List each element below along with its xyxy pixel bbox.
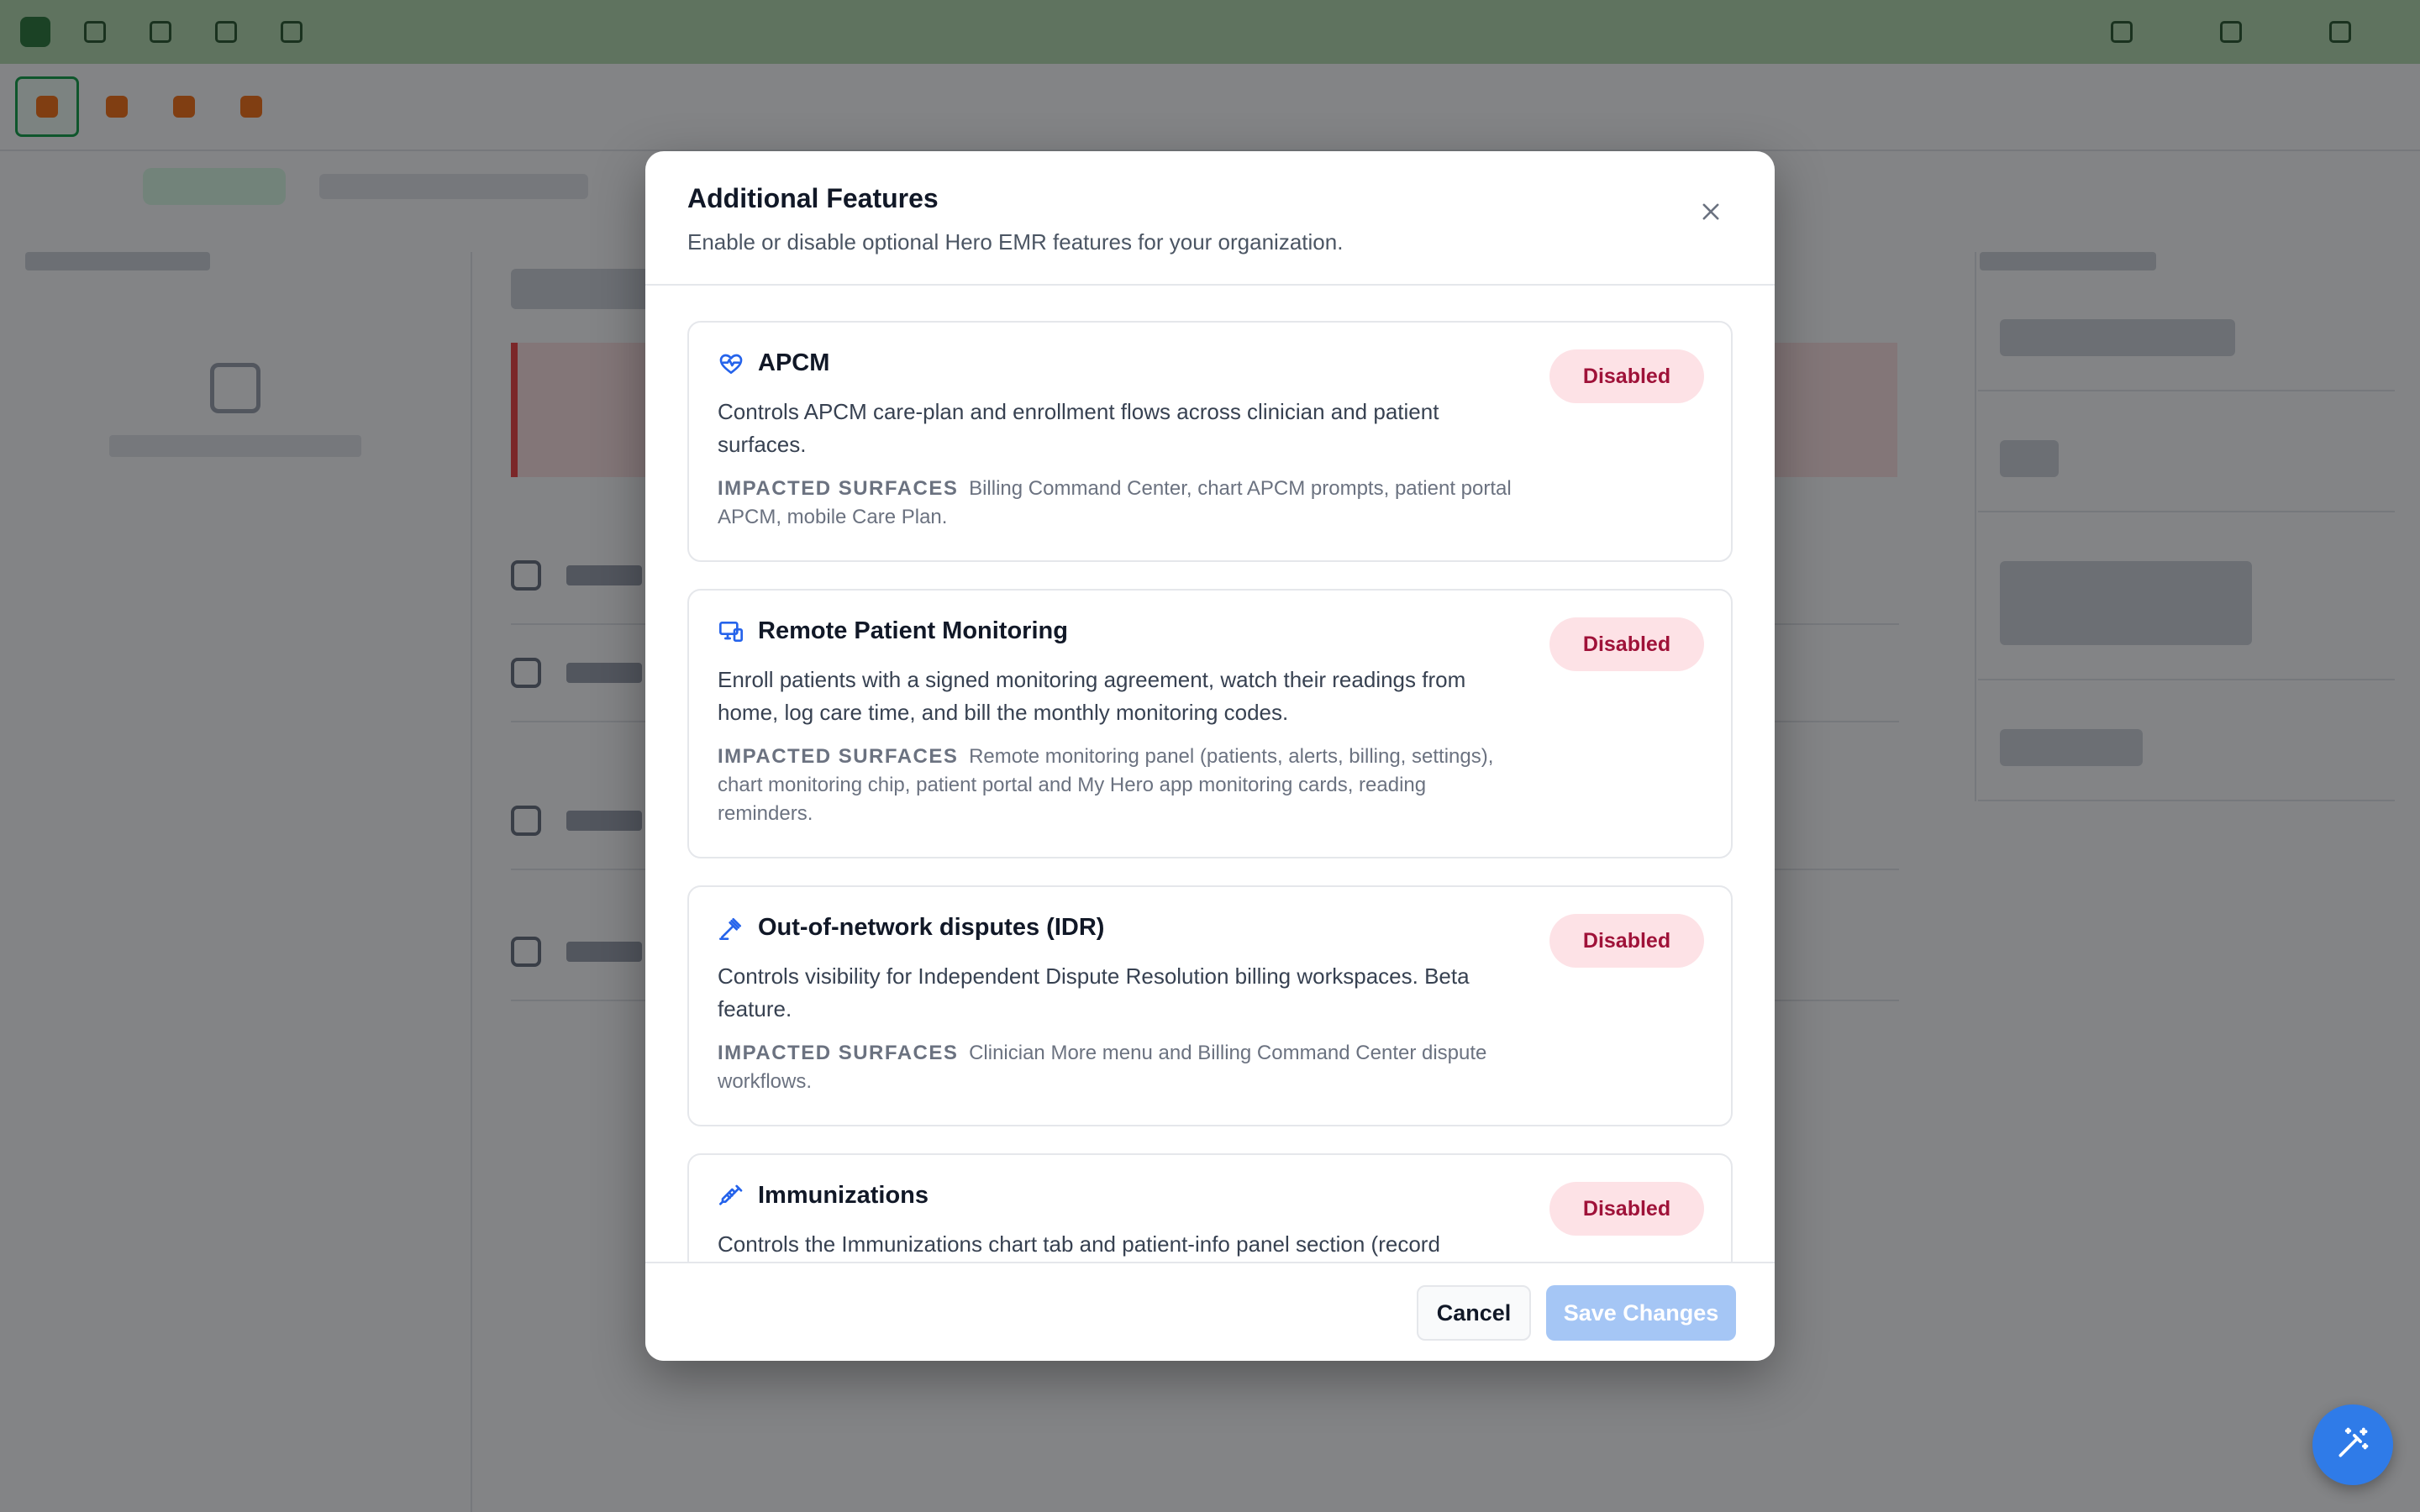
gavel-icon: [718, 915, 744, 942]
cancel-button[interactable]: Cancel: [1417, 1285, 1531, 1341]
feature-description: Enroll patients with a signed monitoring…: [718, 667, 1466, 725]
status-toggle-immunizations[interactable]: Disabled: [1549, 1182, 1704, 1236]
feature-impacted-surfaces: IMPACTED SURFACES Billing Command Center…: [718, 475, 1524, 532]
status-toggle-remote-patient-monitoring[interactable]: Disabled: [1549, 617, 1704, 671]
impacted-surfaces-label: IMPACTED SURFACES: [718, 1042, 959, 1064]
feature-card-idr: Out-of-network disputes (IDR) Controls v…: [687, 885, 1733, 1126]
feature-card-remote-patient-monitoring: Remote Patient Monitoring Enroll patient…: [687, 589, 1733, 858]
feature-impacted-surfaces: IMPACTED SURFACES Clinician More menu an…: [718, 1039, 1524, 1096]
monitor-devices-icon: [718, 618, 744, 645]
feature-description: Controls APCM care-plan and enrollment f…: [718, 399, 1439, 457]
dialog-footer: Cancel Save Changes: [645, 1262, 1775, 1361]
feature-name: Remote Patient Monitoring: [758, 617, 1068, 644]
heart-pulse-icon: [718, 350, 744, 377]
dialog-header: Additional Features Enable or disable op…: [645, 151, 1775, 286]
feature-card-apcm: APCM Controls APCM care-plan and enrollm…: [687, 321, 1733, 562]
feature-name: Immunizations: [758, 1182, 929, 1209]
feature-description: Controls the Immunizations chart tab and…: [718, 1231, 1440, 1257]
feature-description: Controls visibility for Independent Disp…: [718, 963, 1470, 1021]
status-toggle-apcm[interactable]: Disabled: [1549, 349, 1704, 403]
syringe-icon: [718, 1183, 744, 1210]
magic-wand-icon: [2334, 1425, 2371, 1466]
additional-features-dialog: Additional Features Enable or disable op…: [645, 151, 1775, 1361]
dialog-title: Additional Features: [687, 183, 939, 213]
dialog-body[interactable]: APCM Controls APCM care-plan and enrollm…: [645, 286, 1775, 1361]
save-changes-button[interactable]: Save Changes: [1546, 1285, 1736, 1341]
close-icon: [1699, 200, 1723, 228]
impacted-surfaces-label: IMPACTED SURFACES: [718, 745, 959, 768]
impacted-surfaces-label: IMPACTED SURFACES: [718, 477, 959, 500]
dialog-subtitle: Enable or disable optional Hero EMR feat…: [687, 229, 1344, 255]
feature-impacted-surfaces: IMPACTED SURFACES Remote monitoring pane…: [718, 743, 1524, 828]
feature-name: APCM: [758, 349, 830, 376]
status-toggle-idr[interactable]: Disabled: [1549, 914, 1704, 968]
magic-wand-button[interactable]: [2312, 1404, 2393, 1485]
feature-name: Out-of-network disputes (IDR): [758, 914, 1105, 941]
feature-list: APCM Controls APCM care-plan and enrollm…: [645, 286, 1775, 1291]
close-button[interactable]: [1687, 190, 1734, 237]
